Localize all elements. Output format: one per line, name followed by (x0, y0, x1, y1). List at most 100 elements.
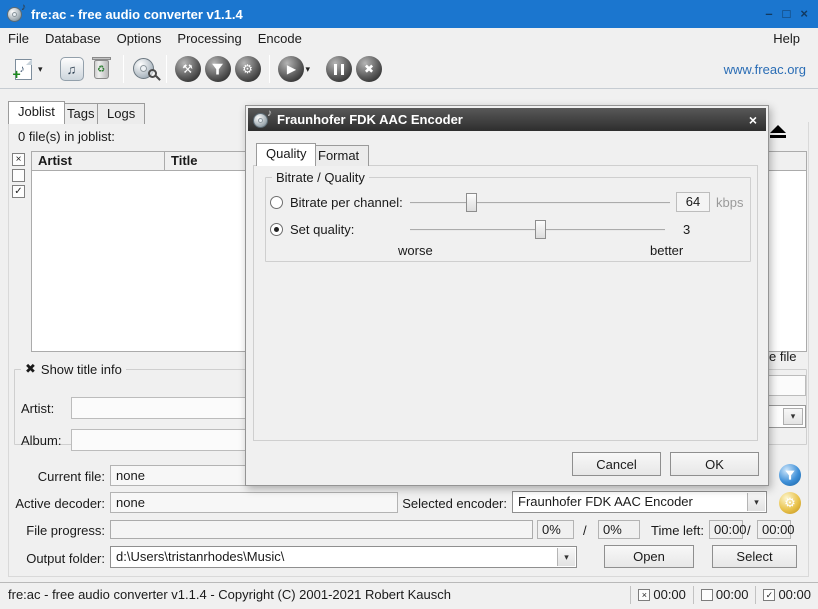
selected-encoder-dropdown[interactable]: Fraunhofer FDK AAC Encoder ▾ (512, 491, 767, 513)
selected-encoder-value: Fraunhofer FDK AAC Encoder (518, 494, 693, 509)
bitrate-value-field[interactable]: 64 (676, 192, 710, 212)
quality-value-label: 3 (683, 222, 690, 237)
open-folder-button[interactable]: Open (604, 545, 694, 568)
bitrate-unit-label: kbps (716, 195, 743, 210)
set-quality-label: Set quality: (290, 222, 354, 237)
worse-label: worse (398, 243, 433, 258)
add-files-button[interactable]: ♪+ (8, 54, 38, 84)
tab-joblist[interactable]: Joblist (8, 101, 65, 124)
output-folder-value: d:\Users\tristanrhodes\Music\ (116, 549, 284, 564)
time-left-value: 00:00 (709, 520, 743, 539)
menu-database[interactable]: Database (37, 28, 109, 50)
select-folder-button[interactable]: Select (712, 545, 797, 568)
menu-options[interactable]: Options (109, 28, 170, 50)
dialog-title: Fraunhofer FDK AAC Encoder (277, 112, 463, 127)
bitrate-label: Bitrate per channel: (290, 195, 403, 210)
bitrate-slider[interactable] (410, 202, 670, 204)
obscured-text-fragment: e file (769, 349, 796, 364)
total-time-value: 00:00 (778, 587, 811, 602)
filter-icon (205, 56, 231, 82)
status-check-icon: ✓ (763, 589, 775, 601)
menu-file[interactable]: File (0, 28, 37, 50)
status-bar: fre:ac - free audio converter v1.1.4 - C… (0, 582, 818, 606)
minimize-button[interactable]: – (765, 0, 772, 28)
active-decoder-value: none (110, 492, 398, 513)
column-header-artist[interactable]: Artist (32, 152, 165, 170)
dialog-tab-quality[interactable]: Quality (256, 143, 316, 166)
start-encoding-dropdown-arrow-icon[interactable]: ▾ (306, 64, 311, 75)
status-x-icon: × (638, 589, 650, 601)
encoder-settings-icon[interactable]: ⚙ (779, 492, 801, 514)
ok-button[interactable]: OK (670, 452, 759, 476)
maximize-button[interactable]: □ (783, 0, 791, 28)
show-title-info-label: Show title info (41, 362, 122, 377)
signal-processing-button[interactable] (203, 54, 233, 84)
cancel-button[interactable]: Cancel (572, 452, 661, 476)
time-slash: / (747, 523, 751, 538)
gear-icon: ⚙ (235, 56, 261, 82)
status-empty-icon (701, 589, 713, 601)
artist-label: Artist: (21, 401, 67, 416)
chevron-down-icon[interactable]: ▾ (747, 493, 765, 511)
quality-slider-thumb[interactable] (535, 220, 546, 239)
bitrate-radio[interactable] (270, 196, 283, 209)
app-icon: ♪ (7, 5, 25, 23)
freac-website-link[interactable]: www.freac.org (724, 62, 806, 77)
general-settings-button[interactable]: ⚒ (173, 54, 203, 84)
encoder-config-dialog: ♪ Fraunhofer FDK AAC Encoder × Quality F… (245, 105, 769, 486)
dialog-tab-format[interactable]: Format (308, 145, 369, 166)
dropdown-arrow-icon[interactable]: ▾ (783, 408, 803, 425)
eject-disc-button[interactable] (766, 125, 790, 143)
pause-encoding-button[interactable] (324, 54, 354, 84)
toolbar-separator (123, 55, 124, 83)
eject-icon (770, 125, 786, 133)
dialog-icon: ♪ (253, 111, 271, 129)
bitrate-slider-thumb[interactable] (466, 193, 477, 212)
set-quality-radio[interactable] (270, 223, 283, 236)
configuration-button[interactable]: ⚙ (233, 54, 263, 84)
toggle-selection-checkbox[interactable]: ✓ (12, 185, 25, 198)
clear-joblist-button[interactable]: ♻ (87, 54, 117, 84)
better-label: better (650, 243, 683, 258)
processing-status-icon[interactable] (779, 464, 801, 486)
start-encoding-button[interactable]: ▶ (276, 54, 306, 84)
total-time-group: ✓ 00:00 (755, 586, 818, 604)
select-all-checkbox[interactable]: × (12, 153, 25, 166)
stop-icon: ✖ (356, 56, 382, 82)
add-files-dropdown-arrow-icon[interactable]: ▾ (38, 64, 43, 75)
total-progress-percent: 0% (598, 520, 640, 539)
trash-icon: ♻ (94, 60, 109, 79)
unselected-time-value: 00:00 (716, 587, 749, 602)
select-none-checkbox[interactable] (12, 169, 25, 182)
dialog-close-button[interactable]: × (749, 112, 757, 128)
tab-logs[interactable]: Logs (97, 103, 145, 124)
time-total-value: 00:00 (757, 520, 791, 539)
time-left-label: Time left: (640, 523, 704, 538)
selected-time-value: 00:00 (653, 587, 686, 602)
audio-cd-icon: ♫ (60, 57, 84, 81)
current-file-label: Current file: (0, 469, 105, 484)
file-progress-bar (110, 520, 533, 539)
album-label: Album: (21, 433, 67, 448)
menu-help[interactable]: Help (765, 28, 808, 50)
tools-icon: ⚒ (175, 56, 201, 82)
add-audio-cd-button[interactable]: ♫ (57, 54, 87, 84)
add-files-icon: ♪+ (15, 59, 32, 80)
close-button[interactable]: × (800, 0, 808, 28)
joblist-count-label: 0 file(s) in joblist: (18, 129, 115, 144)
toolbar: ♪+ ▾ ♫ ♻ ⚒ ⚙ ▶ ▾ (0, 50, 818, 89)
menu-encode[interactable]: Encode (250, 28, 310, 50)
cddb-query-button[interactable] (130, 54, 160, 84)
status-text: fre:ac - free audio converter v1.1.4 - C… (8, 587, 451, 602)
output-folder-label: Output folder: (0, 551, 105, 566)
window-titlebar: ♪ fre:ac - free audio converter v1.1.4 –… (0, 0, 818, 28)
show-title-info-checkbox[interactable]: ✖ (25, 361, 36, 377)
pause-icon (326, 56, 352, 82)
unselected-time-group: 00:00 (693, 586, 756, 604)
play-icon: ▶ (278, 56, 304, 82)
chevron-down-icon[interactable]: ▾ (557, 548, 575, 566)
output-folder-dropdown[interactable]: d:\Users\tristanrhodes\Music\ ▾ (110, 546, 577, 568)
toolbar-separator (269, 55, 270, 83)
stop-encoding-button[interactable]: ✖ (354, 54, 384, 84)
menu-processing[interactable]: Processing (169, 28, 249, 50)
